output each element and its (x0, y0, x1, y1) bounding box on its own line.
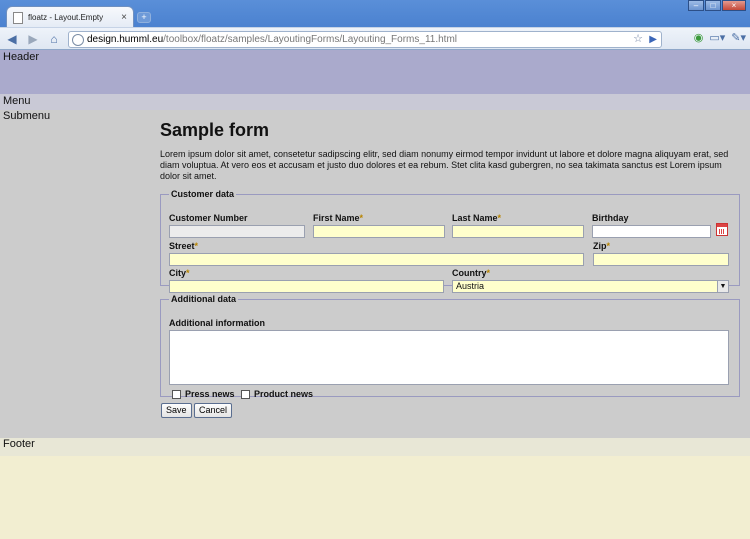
calendar-icon[interactable] (716, 223, 728, 236)
customer-data-fieldset: Customer data Customer Number First Name… (160, 189, 740, 293)
window-controls: – □ × (688, 0, 746, 11)
first-name-label: First Name* (313, 213, 364, 223)
customer-data-legend: Customer data (171, 189, 235, 199)
country-select-value: Austria (456, 281, 485, 291)
zip-field[interactable] (593, 253, 729, 266)
go-icon[interactable]: ▶ (649, 32, 657, 47)
required-mark: * (359, 213, 364, 223)
additional-data-legend: Additional data (171, 294, 236, 304)
tools-menu-icon[interactable]: ✎▾ (731, 31, 746, 44)
tab-title: floatz - Layout.Empty (28, 13, 104, 22)
additional-info-label: Additional information (169, 318, 265, 328)
url-text: design.humml.eu/toolbox/floatz/samples/L… (87, 34, 457, 45)
close-window-button[interactable]: × (722, 0, 746, 11)
required-mark: * (486, 268, 491, 278)
city-label: City* (169, 268, 190, 278)
birthday-field[interactable] (592, 225, 711, 238)
forward-button[interactable]: ▶ (24, 30, 42, 48)
close-tab-icon[interactable]: × (121, 12, 127, 23)
street-label: Street* (169, 241, 199, 251)
minimize-button[interactable]: – (688, 0, 704, 11)
customer-number-label: Customer Number (169, 213, 248, 223)
new-tab-button[interactable]: + (137, 12, 151, 23)
last-name-field[interactable] (452, 225, 584, 238)
page-icon (13, 11, 23, 24)
reload-icon[interactable] (72, 33, 84, 46)
browser-toolbar: ◀ ▶ ⌂ design.humml.eu/toolbox/floatz/sam… (0, 27, 750, 50)
country-select[interactable]: Austria ▼ (452, 280, 729, 293)
toolbar-right: ◉ ▭▾ ✎▾ (694, 31, 746, 44)
url-path: /toolbox/floatz/samples/LayoutingForms/L… (163, 34, 458, 45)
tab-strip: floatz - Layout.Empty × + – □ × (0, 0, 750, 28)
page-footer: Footer (0, 438, 750, 456)
cancel-button[interactable]: Cancel (194, 403, 233, 418)
maximize-button[interactable]: □ (705, 0, 721, 11)
page-content: Submenu Sample form Lorem ipsum dolor si… (0, 110, 750, 438)
extension-icon[interactable]: ◉ (694, 31, 704, 44)
required-mark: * (186, 268, 190, 278)
street-field[interactable] (169, 253, 584, 266)
form-actions: Save Cancel (160, 397, 740, 419)
birthday-label: Birthday (592, 213, 629, 223)
web-page: Header Menu Submenu Sample form Lorem ip… (0, 50, 750, 539)
chevron-down-icon[interactable]: ▼ (717, 281, 728, 292)
browser-tab[interactable]: floatz - Layout.Empty × (6, 6, 134, 28)
bookmark-star-icon[interactable]: ☆ (633, 32, 643, 47)
page-menu: Menu (0, 94, 750, 110)
intro-text: Lorem ipsum dolor sit amet, consetetur s… (160, 149, 729, 181)
browser-chrome: floatz - Layout.Empty × + – □ × ◀ ▶ ⌂ de… (0, 0, 750, 50)
required-mark: * (194, 241, 199, 251)
submenu: Submenu (3, 110, 51, 122)
page-header: Header (0, 50, 750, 94)
home-button[interactable]: ⌂ (45, 30, 63, 48)
customer-number-field (169, 225, 305, 238)
required-mark: * (606, 241, 611, 251)
page-menu-icon[interactable]: ▭▾ (709, 31, 725, 44)
first-name-field[interactable] (313, 225, 445, 238)
additional-data-fieldset: Additional data Additional information P… (160, 294, 740, 399)
main-column: Sample form Lorem ipsum dolor sit amet, … (160, 110, 740, 419)
back-button[interactable]: ◀ (3, 30, 21, 48)
url-host: design.humml.eu (87, 34, 164, 45)
address-bar[interactable]: design.humml.eu/toolbox/floatz/samples/L… (68, 31, 662, 48)
save-button[interactable]: Save (161, 403, 192, 418)
required-mark: * (497, 213, 502, 223)
city-field[interactable] (169, 280, 444, 293)
zip-label: Zip* (593, 241, 611, 251)
last-name-label: Last Name* (452, 213, 502, 223)
country-label: Country* (452, 268, 491, 278)
page-title: Sample form (160, 120, 270, 140)
additional-info-textarea[interactable] (169, 330, 729, 385)
